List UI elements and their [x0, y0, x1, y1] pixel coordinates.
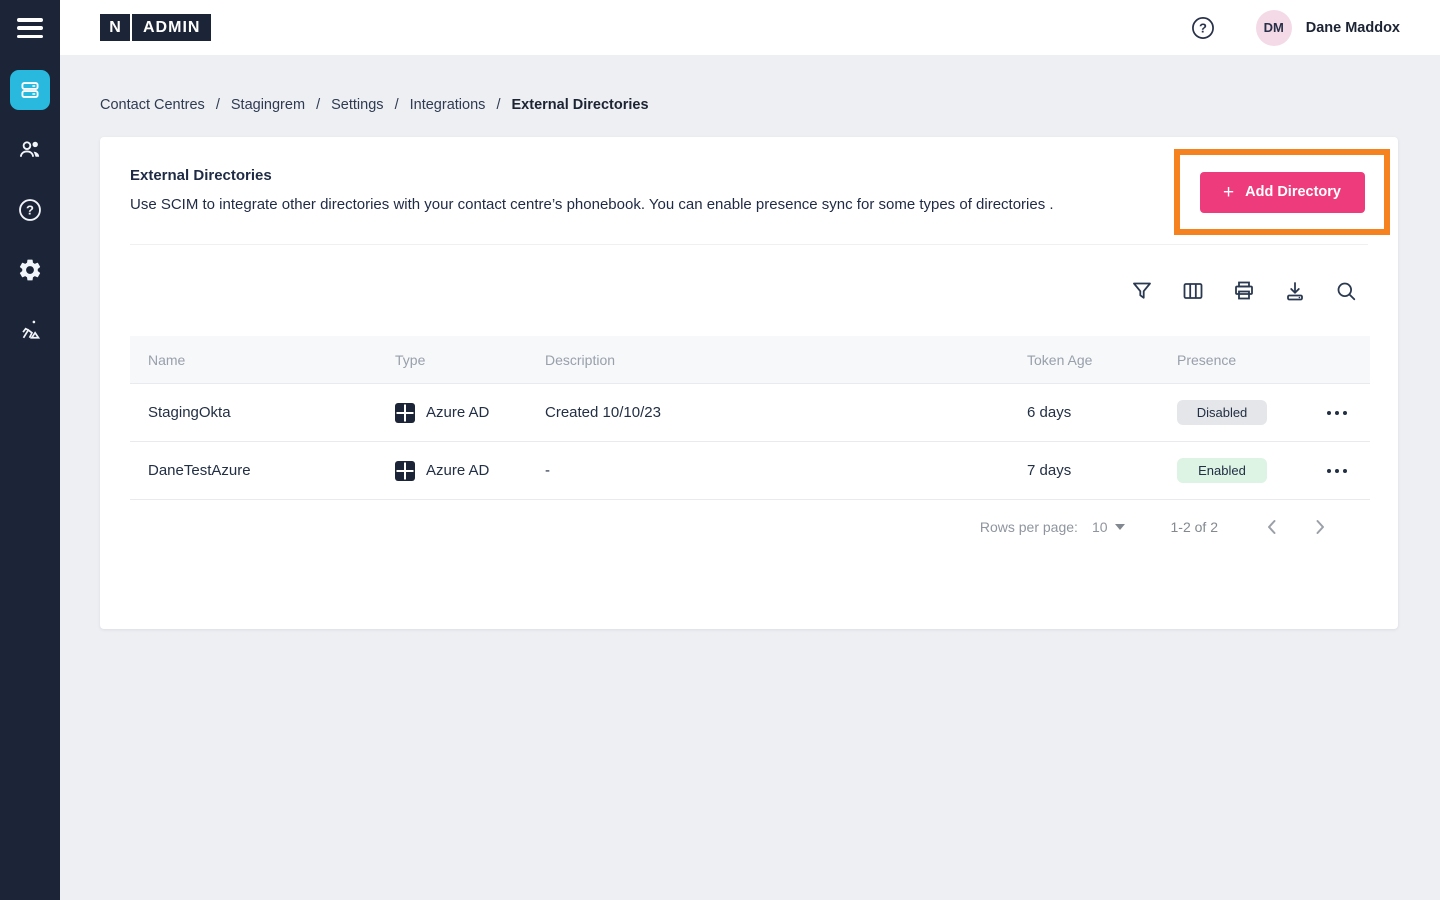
cell-description: Created 10/10/23	[527, 404, 1009, 421]
annotation-highlight-box: + Add Directory	[1174, 149, 1390, 235]
download-icon[interactable]	[1283, 279, 1307, 303]
table-row: StagingOkta Azure AD Created 10/10/23 6 …	[130, 384, 1370, 442]
users-icon	[17, 137, 43, 163]
gear-icon	[17, 257, 43, 283]
topbar-right: ? DM Dane Maddox	[1190, 10, 1440, 46]
cell-actions	[1304, 405, 1370, 421]
svg-text:?: ?	[26, 203, 34, 218]
filter-icon[interactable]	[1130, 279, 1154, 303]
columns-icon[interactable]	[1181, 279, 1205, 303]
next-page-icon[interactable]	[1308, 515, 1332, 539]
cell-name: DaneTestAzure	[130, 462, 377, 479]
plus-icon: +	[1223, 183, 1234, 202]
sidebar-nav: ?	[0, 70, 60, 370]
previous-page-icon[interactable]	[1260, 515, 1284, 539]
external-directories-card: External Directories Use SCIM to integra…	[100, 137, 1398, 629]
cell-presence: Enabled	[1159, 458, 1304, 483]
cell-type: Azure AD	[377, 403, 527, 423]
print-icon[interactable]	[1232, 279, 1256, 303]
app-logo[interactable]: N ADMIN	[100, 14, 211, 41]
menu-icon[interactable]	[14, 16, 46, 40]
azure-ad-icon	[395, 461, 415, 481]
cell-name: StagingOkta	[130, 404, 377, 421]
cell-description: -	[527, 462, 1009, 479]
sidebar-item-engineering[interactable]	[10, 310, 50, 350]
breadcrumb-separator: /	[316, 97, 320, 113]
column-header-token-age: Token Age	[1009, 352, 1159, 368]
server-stack-icon	[17, 77, 43, 103]
pagination: Rows per page: 10 1-2 of 2	[130, 500, 1368, 554]
azure-ad-icon	[395, 403, 415, 423]
column-header-name: Name	[130, 352, 377, 368]
table-header-row: Name Type Description Token Age Presence	[130, 336, 1370, 384]
row-menu-icon[interactable]	[1321, 405, 1353, 421]
content-area: Contact Centres / Stagingrem / Settings …	[60, 55, 1440, 900]
rows-per-page-label: Rows per page:	[980, 519, 1078, 535]
cell-actions	[1304, 463, 1370, 479]
directories-table: Name Type Description Token Age Presence…	[130, 336, 1370, 500]
presence-badge-enabled: Enabled	[1177, 458, 1267, 483]
avatar[interactable]: DM	[1256, 10, 1292, 46]
svg-text:?: ?	[1199, 20, 1207, 35]
add-directory-label: Add Directory	[1245, 184, 1341, 200]
breadcrumb-separator: /	[216, 97, 220, 113]
search-icon[interactable]	[1334, 279, 1358, 303]
sidebar-item-users[interactable]	[10, 130, 50, 170]
cell-token-age: 6 days	[1009, 404, 1159, 421]
breadcrumb-item-settings[interactable]: Settings	[331, 97, 383, 113]
rows-per-page-value: 10	[1092, 519, 1108, 535]
user-name[interactable]: Dane Maddox	[1306, 20, 1400, 36]
cell-type: Azure AD	[377, 461, 527, 481]
sidebar-item-help[interactable]: ?	[10, 190, 50, 230]
sidebar-item-contact-centres[interactable]	[10, 70, 50, 110]
sidebar-item-settings[interactable]	[10, 250, 50, 290]
page-description: Use SCIM to integrate other directories …	[130, 196, 1090, 213]
breadcrumb-item-contact-centres[interactable]: Contact Centres	[100, 97, 205, 113]
breadcrumb-separator: /	[496, 97, 500, 113]
breadcrumb-item-stagingrem[interactable]: Stagingrem	[231, 97, 305, 113]
logo-n: N	[100, 14, 130, 41]
column-header-type: Type	[377, 352, 527, 368]
cell-presence: Disabled	[1159, 400, 1304, 425]
help-circle-icon: ?	[17, 197, 43, 223]
breadcrumb-current: External Directories	[512, 97, 649, 113]
column-header-description: Description	[527, 352, 1009, 368]
table-row: DaneTestAzure Azure AD - 7 days Enabled	[130, 442, 1370, 500]
logo-admin-label: ADMIN	[132, 14, 211, 41]
pagination-range: 1-2 of 2	[1171, 519, 1218, 535]
topbar: N ADMIN ? DM Dane Maddox	[60, 0, 1440, 55]
help-icon[interactable]: ?	[1190, 15, 1216, 41]
column-header-presence: Presence	[1159, 352, 1304, 368]
rows-per-page-select[interactable]: 10	[1092, 519, 1125, 535]
breadcrumb: Contact Centres / Stagingrem / Settings …	[60, 55, 1440, 113]
breadcrumb-item-integrations[interactable]: Integrations	[410, 97, 486, 113]
cell-type-label: Azure AD	[426, 404, 489, 421]
sidebar: ?	[0, 0, 60, 900]
table-toolbar	[130, 245, 1368, 336]
presence-badge-disabled: Disabled	[1177, 400, 1267, 425]
caret-down-icon	[1115, 524, 1125, 530]
cell-type-label: Azure AD	[426, 462, 489, 479]
breadcrumb-separator: /	[395, 97, 399, 113]
add-directory-button[interactable]: + Add Directory	[1200, 172, 1365, 213]
cell-token-age: 7 days	[1009, 462, 1159, 479]
engineering-icon	[17, 317, 43, 343]
row-menu-icon[interactable]	[1321, 463, 1353, 479]
